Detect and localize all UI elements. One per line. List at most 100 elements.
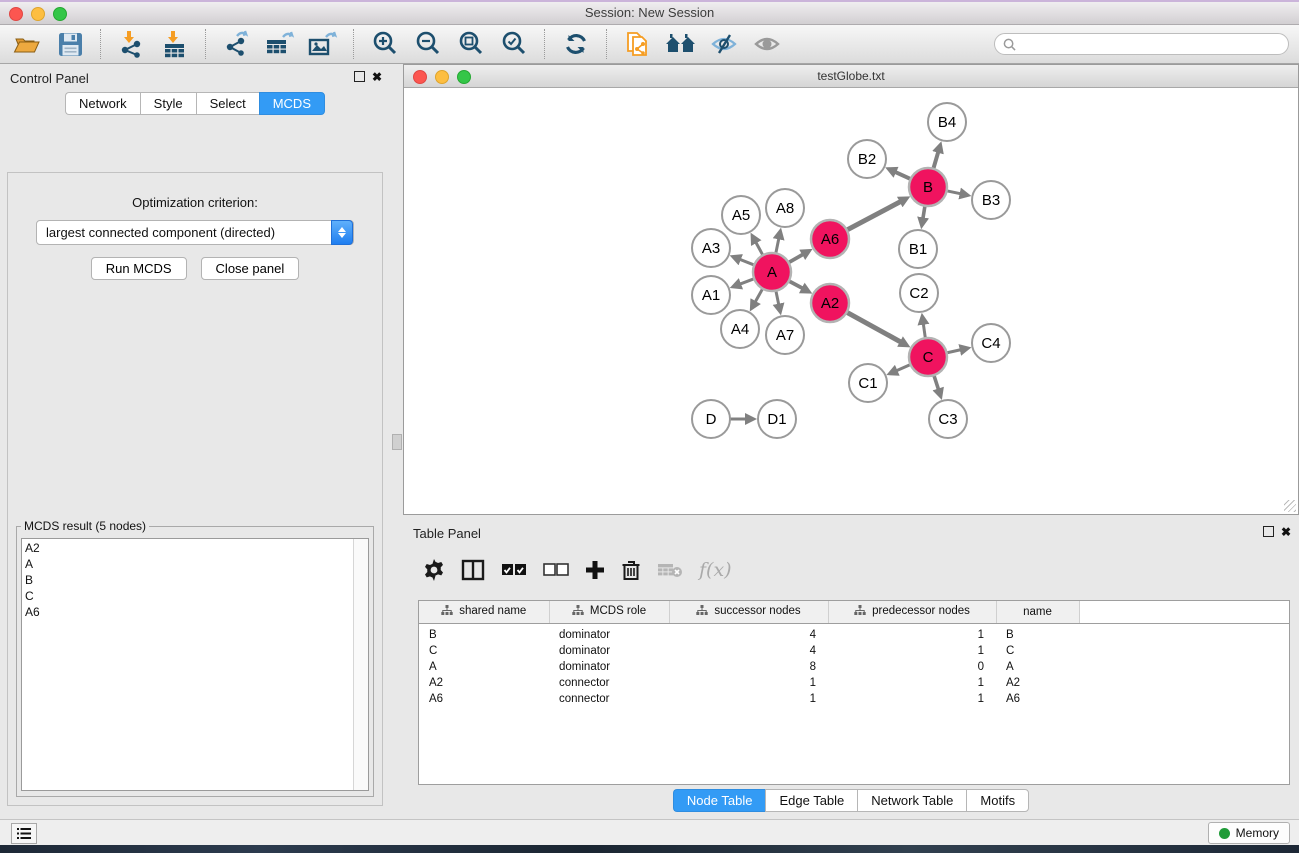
graph-node-A8[interactable]: A8: [766, 189, 804, 227]
table-settings-button[interactable]: [423, 559, 445, 581]
tab-edge-table[interactable]: Edge Table: [765, 789, 857, 812]
table-cell[interactable]: dominator: [549, 659, 669, 675]
import-table-button[interactable]: [158, 28, 192, 60]
select-all-button[interactable]: [501, 563, 527, 577]
graph-node-D[interactable]: D: [692, 400, 730, 438]
column-header-successor-nodes[interactable]: successor nodes: [669, 601, 828, 624]
export-image-button[interactable]: [306, 28, 340, 60]
graph-node-A7[interactable]: A7: [766, 316, 804, 354]
table-cell[interactable]: 1: [828, 675, 996, 691]
table-cell[interactable]: B: [996, 624, 1079, 644]
export-table-button[interactable]: [263, 28, 297, 60]
table-cell[interactable]: 1: [669, 675, 828, 691]
import-network-button[interactable]: [115, 28, 149, 60]
graph-edge-C-C2[interactable]: [923, 323, 925, 338]
table-cell[interactable]: B: [419, 624, 549, 644]
table-cell[interactable]: A2: [996, 675, 1079, 691]
network-graph[interactable]: B4B2BB3A8A5A6A3B1AC2A1A2A4A7C4CC1DD1C3: [404, 88, 1298, 514]
table-cell[interactable]: C: [419, 643, 549, 659]
show-all-button[interactable]: [664, 28, 698, 60]
table-cell[interactable]: dominator: [549, 624, 669, 644]
graph-node-A6[interactable]: A6: [811, 220, 849, 258]
graph-edge-C-C1[interactable]: [896, 365, 911, 372]
zoom-out-button[interactable]: [411, 28, 445, 60]
table-row[interactable]: Cdominator41C: [419, 643, 1289, 659]
graph-edge-A-A3[interactable]: [739, 259, 754, 265]
graph-edge-A-A5[interactable]: [755, 241, 763, 255]
table-cell[interactable]: connector: [549, 675, 669, 691]
graph-node-C[interactable]: C: [909, 338, 947, 376]
delete-table-button[interactable]: [657, 561, 683, 579]
export-network-button[interactable]: [220, 28, 254, 60]
table-row[interactable]: Bdominator41B: [419, 624, 1289, 644]
tab-node-table[interactable]: Node Table: [673, 789, 766, 812]
table-cell[interactable]: 1: [828, 643, 996, 659]
float-panel-icon[interactable]: [354, 71, 365, 82]
result-item[interactable]: A2: [25, 540, 368, 556]
table-cell[interactable]: 8: [669, 659, 828, 675]
column-header-MCDS-role[interactable]: MCDS role: [549, 601, 669, 624]
optimization-criterion-select[interactable]: largest connected component (directed): [36, 220, 354, 245]
table-cell[interactable]: A6: [996, 691, 1079, 707]
table-cell[interactable]: 0: [828, 659, 996, 675]
column-header-name[interactable]: name: [996, 601, 1079, 624]
table-row[interactable]: Adominator80A: [419, 659, 1289, 675]
table-cell[interactable]: 1: [669, 691, 828, 707]
graph-node-D1[interactable]: D1: [758, 400, 796, 438]
table-cell[interactable]: 4: [669, 643, 828, 659]
graph-node-A1[interactable]: A1: [692, 276, 730, 314]
graph-node-C3[interactable]: C3: [929, 400, 967, 438]
graph-edge-B-B1[interactable]: [923, 206, 925, 220]
table-cell[interactable]: 1: [828, 691, 996, 707]
close-panel-icon[interactable]: ✖: [372, 72, 382, 82]
graph-edge-B-B3[interactable]: [947, 191, 962, 194]
resize-grip-icon[interactable]: [1284, 500, 1296, 512]
result-item[interactable]: A: [25, 556, 368, 572]
table-cell[interactable]: A: [996, 659, 1079, 675]
graph-node-C2[interactable]: C2: [900, 274, 938, 312]
divider-handle[interactable]: [392, 434, 402, 450]
zoom-in-button[interactable]: [368, 28, 402, 60]
save-session-button[interactable]: [53, 28, 87, 60]
close-table-panel-icon[interactable]: ✖: [1281, 527, 1291, 537]
hide-selected-button[interactable]: [707, 28, 741, 60]
column-header-shared-name[interactable]: shared name: [419, 601, 549, 624]
table-cell[interactable]: 4: [669, 624, 828, 644]
graph-edge-A-A8[interactable]: [776, 237, 779, 253]
graph-node-C1[interactable]: C1: [849, 364, 887, 402]
graph-node-A5[interactable]: A5: [722, 196, 760, 234]
toggle-columns-button[interactable]: [461, 559, 485, 581]
search-field[interactable]: [994, 33, 1289, 55]
search-input[interactable]: [1021, 36, 1280, 52]
graph-edge-A-A1[interactable]: [739, 279, 754, 285]
tab-style[interactable]: Style: [140, 92, 196, 115]
graph-node-A[interactable]: A: [753, 253, 791, 291]
function-builder-button[interactable]: f(x): [699, 559, 732, 581]
graph-node-A3[interactable]: A3: [692, 229, 730, 267]
table-cell[interactable]: C: [996, 643, 1079, 659]
add-column-button[interactable]: [585, 560, 605, 580]
split-divider-vertical[interactable]: [390, 64, 403, 820]
graph-node-A4[interactable]: A4: [721, 310, 759, 348]
float-table-panel-icon[interactable]: [1263, 526, 1274, 537]
graph-node-B3[interactable]: B3: [972, 181, 1010, 219]
table-cell[interactable]: 1: [828, 624, 996, 644]
graph-edge-A6-B[interactable]: [847, 201, 902, 230]
tab-motifs[interactable]: Motifs: [966, 789, 1029, 812]
table-cell[interactable]: dominator: [549, 643, 669, 659]
result-item[interactable]: A6: [25, 604, 368, 620]
tab-mcds[interactable]: MCDS: [259, 92, 325, 115]
table-cell[interactable]: A: [419, 659, 549, 675]
open-file-button[interactable]: [10, 28, 44, 60]
tab-network-table[interactable]: Network Table: [857, 789, 966, 812]
column-header-predecessor-nodes[interactable]: predecessor nodes: [828, 601, 996, 624]
unselect-all-button[interactable]: [543, 563, 569, 577]
graph-edge-A-A2[interactable]: [789, 281, 804, 289]
graph-edge-B-B4[interactable]: [933, 151, 938, 169]
show-hidden-button[interactable]: [750, 28, 784, 60]
graph-edge-A-A6[interactable]: [789, 254, 804, 263]
delete-column-button[interactable]: [621, 559, 641, 581]
memory-button[interactable]: Memory: [1208, 822, 1290, 844]
graph-edge-C-C3[interactable]: [934, 375, 939, 390]
table-cell[interactable]: A2: [419, 675, 549, 691]
